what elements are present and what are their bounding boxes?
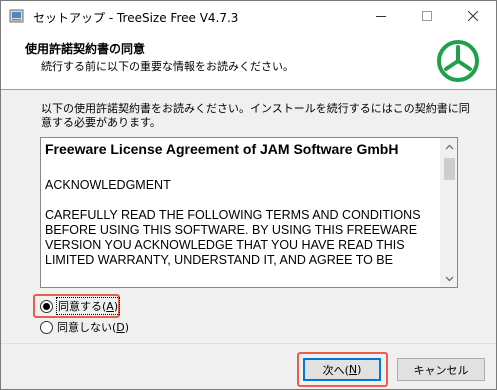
minimize-icon bbox=[376, 16, 386, 17]
license-scrollbar[interactable] bbox=[440, 138, 457, 287]
header-panel: 使用許諾契約書の同意 続行する前に以下の重要な情報をお読みください。 bbox=[1, 31, 496, 90]
decline-radio-option[interactable]: 同意しない(D) bbox=[40, 319, 129, 335]
window-title: セットアップ - TreeSize Free V4.7.3 bbox=[33, 11, 239, 25]
accept-radio-button[interactable] bbox=[40, 299, 53, 313]
license-body: CAREFULLY READ THE FOLLOWING TERMS AND C… bbox=[45, 208, 421, 267]
instruction-text: 以下の使用許諾契約書をお読みください。インストールを続行するにはこの契約書に同意… bbox=[41, 102, 470, 129]
page-subtitle: 続行する前に以下の重要な情報をお読みください。 bbox=[41, 60, 294, 73]
next-button[interactable]: 次へ(N) bbox=[303, 358, 381, 381]
accept-radio-label: 同意する(A) bbox=[55, 297, 121, 315]
maximize-button[interactable] bbox=[404, 1, 450, 31]
decline-radio-label: 同意しない(D) bbox=[57, 321, 130, 334]
license-content: Freeware License Agreement of JAM Softwa… bbox=[45, 142, 437, 268]
setup-window: セットアップ - TreeSize Free V4.7.3 使用許諾契約書の同意… bbox=[0, 0, 497, 390]
license-heading: Freeware License Agreement of JAM Softwa… bbox=[45, 141, 399, 157]
footer-divider bbox=[1, 343, 496, 344]
close-icon bbox=[468, 11, 478, 21]
scroll-down-button[interactable] bbox=[441, 270, 457, 287]
close-button[interactable] bbox=[450, 1, 496, 31]
scroll-up-button[interactable] bbox=[441, 138, 457, 155]
decline-radio-button[interactable] bbox=[40, 320, 53, 334]
minimize-button[interactable] bbox=[358, 1, 404, 31]
installer-app-icon bbox=[9, 8, 25, 24]
accept-radio-option[interactable]: 同意する(A) bbox=[40, 297, 121, 315]
chevron-up-icon bbox=[445, 144, 454, 149]
cancel-button[interactable]: キャンセル bbox=[397, 358, 485, 381]
page-title: 使用許諾契約書の同意 bbox=[25, 42, 146, 56]
license-textarea[interactable]: Freeware License Agreement of JAM Softwa… bbox=[40, 137, 458, 288]
license-acknowledgment: ACKNOWLEDGMENT bbox=[45, 178, 171, 192]
maximize-icon bbox=[422, 11, 432, 21]
title-bar[interactable]: セットアップ - TreeSize Free V4.7.3 bbox=[1, 1, 496, 31]
scroll-thumb[interactable] bbox=[444, 158, 455, 180]
treesize-logo-icon bbox=[436, 39, 480, 83]
chevron-down-icon bbox=[445, 276, 454, 281]
